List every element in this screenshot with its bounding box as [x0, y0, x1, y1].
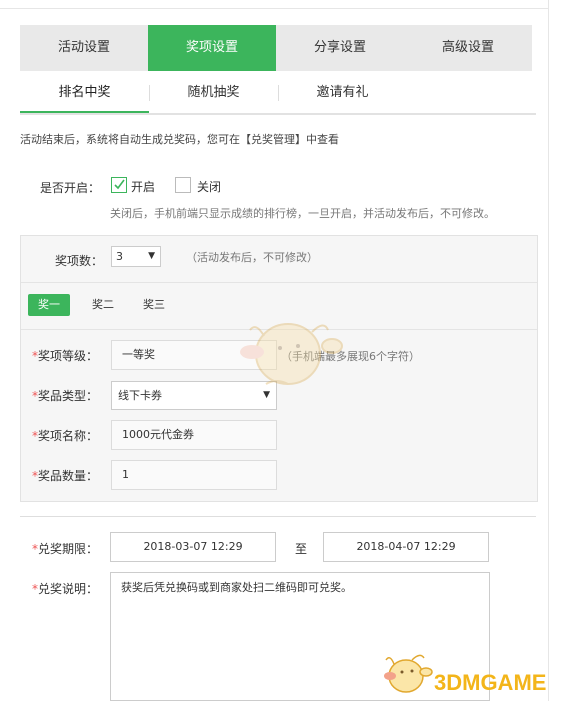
tab-prize-settings[interactable]: 奖项设置 [148, 25, 276, 71]
notice-text: 活动结束后，系统将自动生成兑奖码，您可在【兑奖管理】中查看 [20, 133, 339, 146]
prize-tab-3[interactable]: 奖三 [133, 294, 175, 316]
enable-label: 是否开启： [40, 181, 101, 195]
enable-hint: 关闭后，手机前端只显示成绩的排行榜，一旦开启，并活动发布后，不可修改。 [110, 207, 495, 220]
enable-on-label: 开启 [131, 180, 156, 194]
enable-off-label: 关闭 [197, 180, 222, 194]
checkmark-icon [114, 179, 125, 190]
prize-quantity-input[interactable]: 1 [111, 460, 277, 490]
redeem-period-label: *兑奖期限： [32, 542, 99, 556]
redeem-end-date-input[interactable]: 2018-04-07 12:29 [323, 532, 489, 562]
prize-name-input[interactable]: 1000元代金券 [111, 420, 277, 450]
panel-divider [21, 282, 537, 283]
prize-count-hint: （活动发布后，不可修改） [186, 251, 318, 264]
date-range-separator: 至 [295, 542, 308, 556]
prize-tab-1[interactable]: 奖一 [28, 294, 70, 316]
redeem-start-date-input[interactable]: 2018-03-07 12:29 [110, 532, 276, 562]
enable-on-checkbox[interactable] [111, 177, 127, 193]
tab-share-settings[interactable]: 分享设置 [276, 25, 404, 71]
prize-count-select[interactable]: 3 ▼ [111, 246, 161, 267]
prize-quantity-label: *奖品数量： [32, 469, 99, 483]
prize-mode-tabs: 排名中奖 随机抽奖 邀请有礼 [20, 75, 536, 115]
subtab-ranking-prize[interactable]: 排名中奖 [20, 75, 149, 113]
tab-advanced-settings[interactable]: 高级设置 [404, 25, 532, 71]
top-divider [0, 8, 548, 9]
redeem-description-label: *兑奖说明： [32, 582, 99, 596]
subtab-random-draw[interactable]: 随机抽奖 [149, 75, 278, 111]
prize-type-value: 线下卡券 [118, 389, 162, 402]
prize-name-label: *奖项名称： [32, 429, 99, 443]
prize-type-label: *奖品类型： [32, 389, 99, 403]
site-watermark-text: 3DMGAME [434, 670, 547, 695]
right-border [548, 0, 549, 701]
prize-tab-2[interactable]: 奖二 [82, 294, 124, 316]
subtab-invite-reward[interactable]: 邀请有礼 [278, 75, 407, 111]
section-divider [20, 516, 536, 517]
mascot-logo-icon [384, 654, 433, 693]
tab-activity-settings[interactable]: 活动设置 [20, 25, 148, 71]
prize-count-value: 3 [116, 250, 123, 263]
dropdown-arrow-icon: ▼ [148, 251, 155, 261]
prize-level-label: *奖项等级： [32, 349, 99, 363]
settings-tabs: 活动设置 奖项设置 分享设置 高级设置 [20, 25, 532, 71]
mascot-watermark-icon [240, 323, 343, 385]
prize-count-label: 奖项数： [55, 254, 104, 268]
enable-off-checkbox[interactable] [175, 177, 191, 193]
